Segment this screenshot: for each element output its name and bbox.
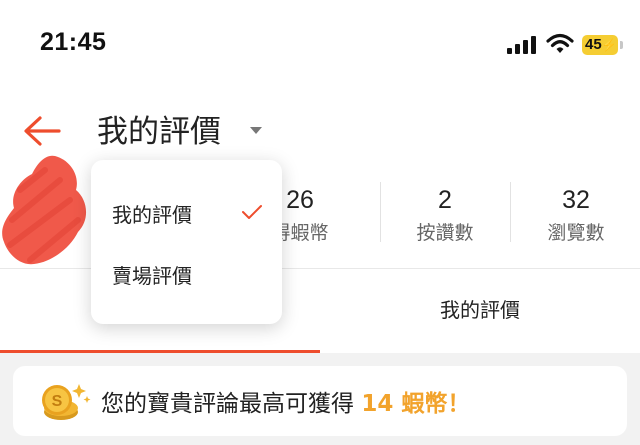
stat-value: 2 xyxy=(438,186,452,214)
stat-label: 按讚數 xyxy=(416,222,474,244)
redacted-avatar xyxy=(2,155,87,265)
battery-cap xyxy=(620,41,623,49)
battery-charging-icon: 45⚡ xyxy=(582,35,618,55)
promo-prefix: 您的寶貴評論最高可獲得 xyxy=(101,391,362,417)
arrow-left-icon[interactable] xyxy=(22,115,62,147)
check-icon xyxy=(242,205,262,219)
dropdown-item-shop-reviews[interactable]: 賣場評價 xyxy=(91,246,282,304)
dropdown-item-label: 賣場評價 xyxy=(112,264,192,288)
svg-text:S: S xyxy=(52,393,63,410)
caret-down-icon[interactable] xyxy=(250,127,262,134)
dropdown-item-label: 我的評價 xyxy=(112,203,192,227)
status-time: 21:45 xyxy=(40,28,107,56)
stat-label: 瀏覽數 xyxy=(547,222,605,244)
battery-level: 45 xyxy=(585,36,602,53)
tab-my-reviews[interactable]: 我的評價 xyxy=(320,269,640,353)
coins-icon: S xyxy=(42,384,91,420)
promo-text: 您的寶貴評論最高可獲得 14 蝦幣！ xyxy=(101,384,470,418)
page-title[interactable]: 我的評價 xyxy=(97,106,221,151)
promo-banner: S 您的寶貴評論最高可獲得 14 蝦幣！ xyxy=(13,366,627,436)
stat-views: 32 瀏覽數 xyxy=(511,184,640,248)
wifi-icon xyxy=(546,33,574,53)
status-bar: 21:45 45⚡ xyxy=(0,0,640,90)
review-type-dropdown: 我的評價 賣場評價 xyxy=(91,160,282,324)
promo-area: S 您的寶貴評論最高可獲得 14 蝦幣！ xyxy=(0,353,640,445)
dropdown-item-my-reviews[interactable]: 我的評價 xyxy=(91,185,282,243)
promo-highlight: 14 蝦幣！ xyxy=(361,391,471,417)
stat-likes: 2 按讚數 xyxy=(380,184,510,248)
cellular-signal-icon xyxy=(507,36,539,54)
stat-value: 32 xyxy=(562,186,590,214)
